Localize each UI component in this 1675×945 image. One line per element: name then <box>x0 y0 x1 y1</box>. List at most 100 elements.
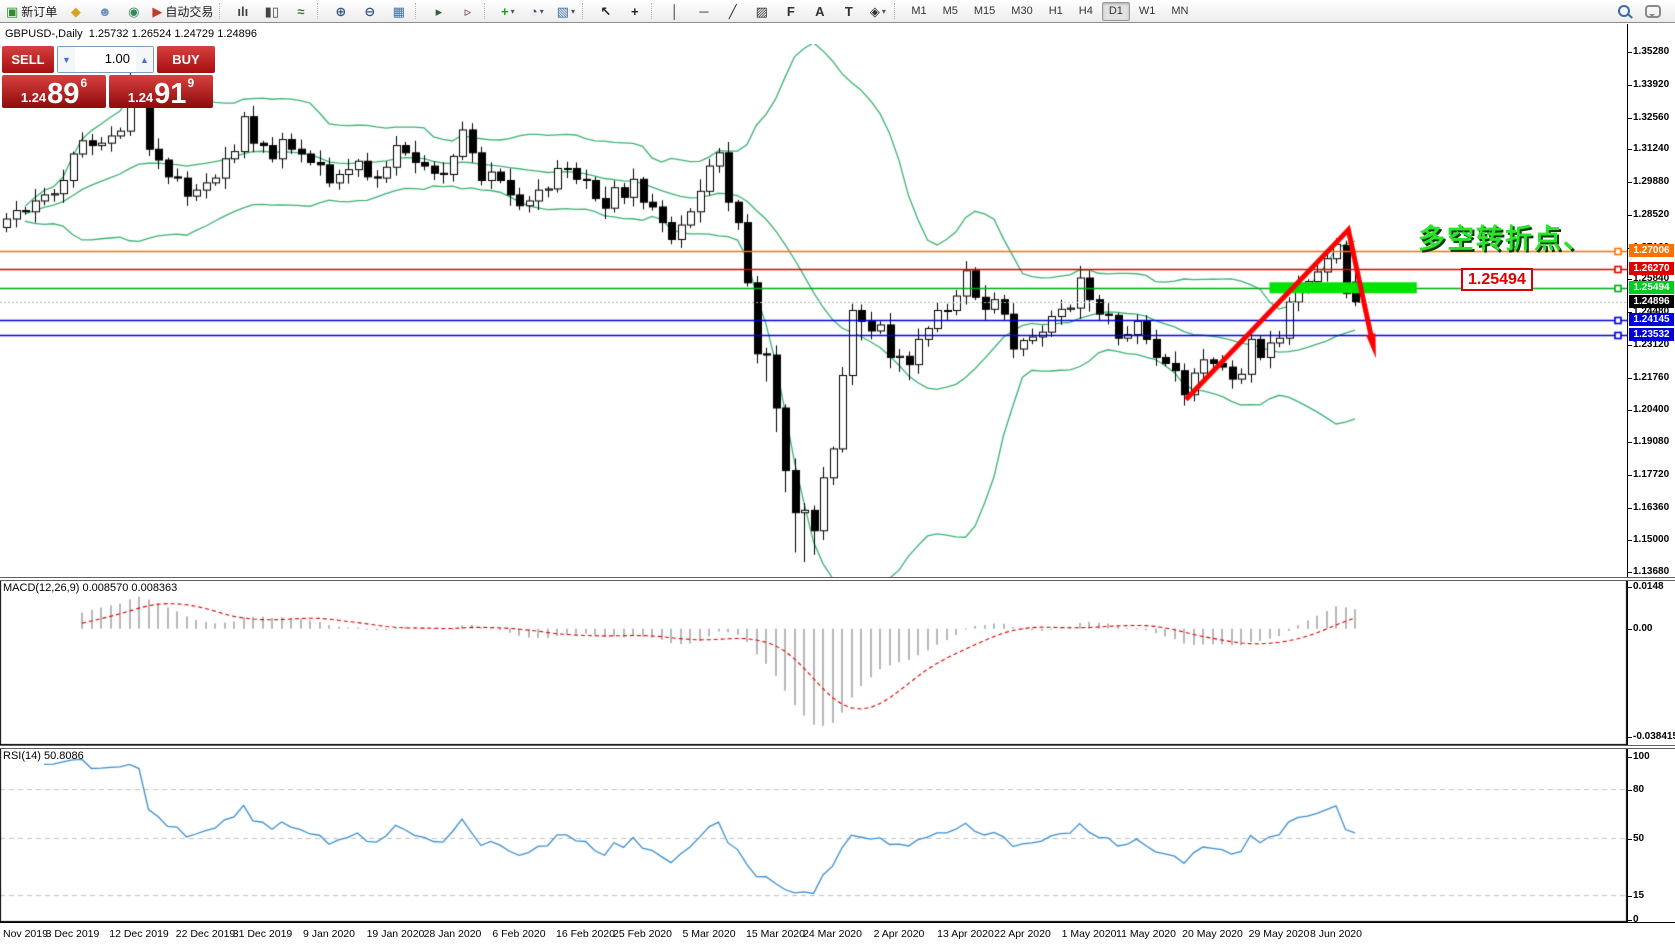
crosshair-button[interactable]: + <box>621 1 648 22</box>
axis-tick-mark <box>1628 344 1632 346</box>
indicators-dropdown-button[interactable]: + ▾ <box>494 1 521 22</box>
sell-price-big: 89 <box>47 78 80 110</box>
chart-ohlc-values: 1.25732 1.26524 1.24729 1.24896 <box>88 28 257 40</box>
template-dropdown-button[interactable]: ▧ ▾ <box>552 1 579 22</box>
date-axis[interactable]: Nov 2019 3 Dec 2019 12 Dec 2019 22 Dec 2019… <box>0 922 1675 945</box>
date-label: 31 Dec 2019 <box>232 928 293 940</box>
axis-tick-mark <box>1628 442 1632 444</box>
price-level-tag[interactable]: 1.27006 <box>1629 244 1674 258</box>
date-label: 3 Dec 2019 <box>45 928 100 940</box>
sell-price-prefix: 1.24 <box>20 90 47 105</box>
zoom-in-button[interactable]: ⊕ <box>327 1 354 22</box>
price-level-tag[interactable]: 1.25494 <box>1629 280 1674 294</box>
price-level-tag[interactable]: 1.24896 <box>1629 295 1674 309</box>
date-label: 25 Feb 2020 <box>613 928 672 940</box>
axis-tick-label: 1.15000 <box>1633 534 1670 546</box>
timeframe-button-w1[interactable]: W1 <box>1132 2 1163 21</box>
buy-button[interactable]: BUY <box>157 46 215 73</box>
shapes-dropdown-button[interactable]: ◈ ▾ <box>864 1 891 22</box>
tile-windows-button[interactable]: ▦ <box>385 1 412 22</box>
rsi-indicator-canvas[interactable] <box>0 747 1627 922</box>
axis-tick-mark <box>1628 540 1632 542</box>
macd-indicator-canvas[interactable] <box>0 579 1627 745</box>
indicators-dropdown-icon: + <box>501 3 509 19</box>
axis-tick-mark <box>1628 410 1632 412</box>
trendline-button[interactable]: ╱ <box>719 1 746 22</box>
timeframe-button-m15[interactable]: M15 <box>967 2 1002 21</box>
axis-tick-mark <box>1628 214 1632 216</box>
axis-tick-mark <box>1628 474 1632 476</box>
crosshair-icon: + <box>631 3 639 19</box>
periods-dropdown-button[interactable]: ◔ ▾ <box>523 1 550 22</box>
timeframe-button-m30[interactable]: M30 <box>1004 2 1039 21</box>
text-button[interactable]: A <box>806 1 833 22</box>
new-order-icon: ▣ <box>6 3 19 19</box>
timeframe-button-m5[interactable]: M5 <box>936 2 965 21</box>
horizontal-line-button[interactable]: ─ <box>690 1 717 22</box>
channel-button[interactable]: ▨ <box>748 1 775 22</box>
profile-button[interactable]: ☻ <box>91 1 118 22</box>
chart-shift-icon: ▹ <box>464 3 472 19</box>
price-level-tag[interactable]: 1.26270 <box>1629 262 1674 276</box>
line-chart-button[interactable]: ≈ <box>287 1 314 22</box>
bar-chart-button[interactable]: ılı <box>229 1 256 22</box>
candlestick-chart-button[interactable]: ▮▯ <box>258 1 285 22</box>
tile-windows-icon: ▦ <box>392 3 405 19</box>
chart-symbol-period: GBPUSD-,Daily <box>5 28 83 40</box>
date-label: 20 May 2020 <box>1182 928 1243 940</box>
price-level-tag[interactable]: 1.23532 <box>1629 328 1674 341</box>
buy-price-button[interactable]: 1.24 91 9 <box>109 75 213 109</box>
axis-tick-label: -0.038415 <box>1633 730 1675 742</box>
news-signal-button[interactable]: ◉ <box>120 1 147 22</box>
axis-tick-label: 1.17720 <box>1633 468 1670 480</box>
cursor-button[interactable]: ↖ <box>592 1 619 22</box>
axis-tick-label: 1.28520 <box>1633 208 1670 220</box>
date-label: 28 Jan 2020 <box>423 928 482 940</box>
volume-decrease-button[interactable]: ▼ <box>58 47 75 72</box>
vertical-line-button[interactable]: │ <box>661 1 688 22</box>
timeframe-button-d1[interactable]: D1 <box>1101 1 1130 21</box>
timeframe-button-h4[interactable]: H4 <box>1072 2 1100 21</box>
volume-input[interactable]: 1.00 <box>75 47 136 72</box>
fibonacci-icon: F <box>786 3 795 19</box>
fibonacci-button[interactable]: F <box>777 1 804 22</box>
panel-splitter[interactable] <box>0 745 1675 749</box>
date-label: 1 May 2020 <box>1061 928 1117 940</box>
chat-icon <box>1644 4 1661 18</box>
axis-tick-mark <box>1628 507 1632 509</box>
axis-tick-label: 1.29880 <box>1633 176 1670 188</box>
auto-scroll-button[interactable]: ▸ <box>425 1 452 22</box>
toolbar-button-label: 新订单 <box>21 4 58 19</box>
price-axis[interactable]: 1.35280 1.33920 1.32560 1.31240 1.29880 1.285… <box>1628 24 1675 925</box>
sell-button[interactable]: SELL <box>2 46 54 73</box>
timeframe-button-h1[interactable]: H1 <box>1042 2 1070 21</box>
search-button[interactable] <box>1610 1 1637 22</box>
panel-splitter[interactable] <box>0 577 1675 581</box>
price-level-tag[interactable]: 1.24145 <box>1629 313 1674 327</box>
axis-tick-label: 100 <box>1633 751 1650 762</box>
price-chart-canvas[interactable] <box>0 44 1627 577</box>
axis-tick-label: 1.35280 <box>1633 46 1670 58</box>
axis-tick-label: 1.21760 <box>1633 371 1670 383</box>
axis-tick-mark <box>1628 920 1632 921</box>
timeframe-button-m1[interactable]: M1 <box>904 2 933 21</box>
axis-tick-label: 0.0148 <box>1633 581 1664 593</box>
chat-button[interactable] <box>1639 1 1666 22</box>
zoom-out-button[interactable]: ⊖ <box>356 1 383 22</box>
sell-price-button[interactable]: 1.24 89 6 <box>2 75 106 110</box>
history-center-button[interactable]: ◆ <box>62 1 89 22</box>
line-chart-icon: ≈ <box>297 3 305 19</box>
axis-tick-label: 1.13680 <box>1633 566 1670 578</box>
timeframe-button-mn[interactable]: MN <box>1164 2 1195 21</box>
chart-shift-button[interactable]: ▹ <box>454 1 481 22</box>
autotrading-button[interactable]: ▶ 自动交易 <box>149 1 216 22</box>
date-label: 2 Apr 2020 <box>873 928 925 940</box>
axis-tick-mark <box>1628 182 1632 184</box>
axis-tick-mark <box>1628 572 1632 574</box>
date-label: 22 Dec 2019 <box>175 928 236 940</box>
label-button[interactable]: T <box>835 1 862 22</box>
price-callout-label[interactable]: 1.25494 <box>1461 268 1533 291</box>
volume-increase-button[interactable]: ▲ <box>136 47 153 72</box>
axis-tick-mark <box>1628 895 1632 897</box>
new-order-button[interactable]: ▣ 新订单 <box>3 1 60 22</box>
